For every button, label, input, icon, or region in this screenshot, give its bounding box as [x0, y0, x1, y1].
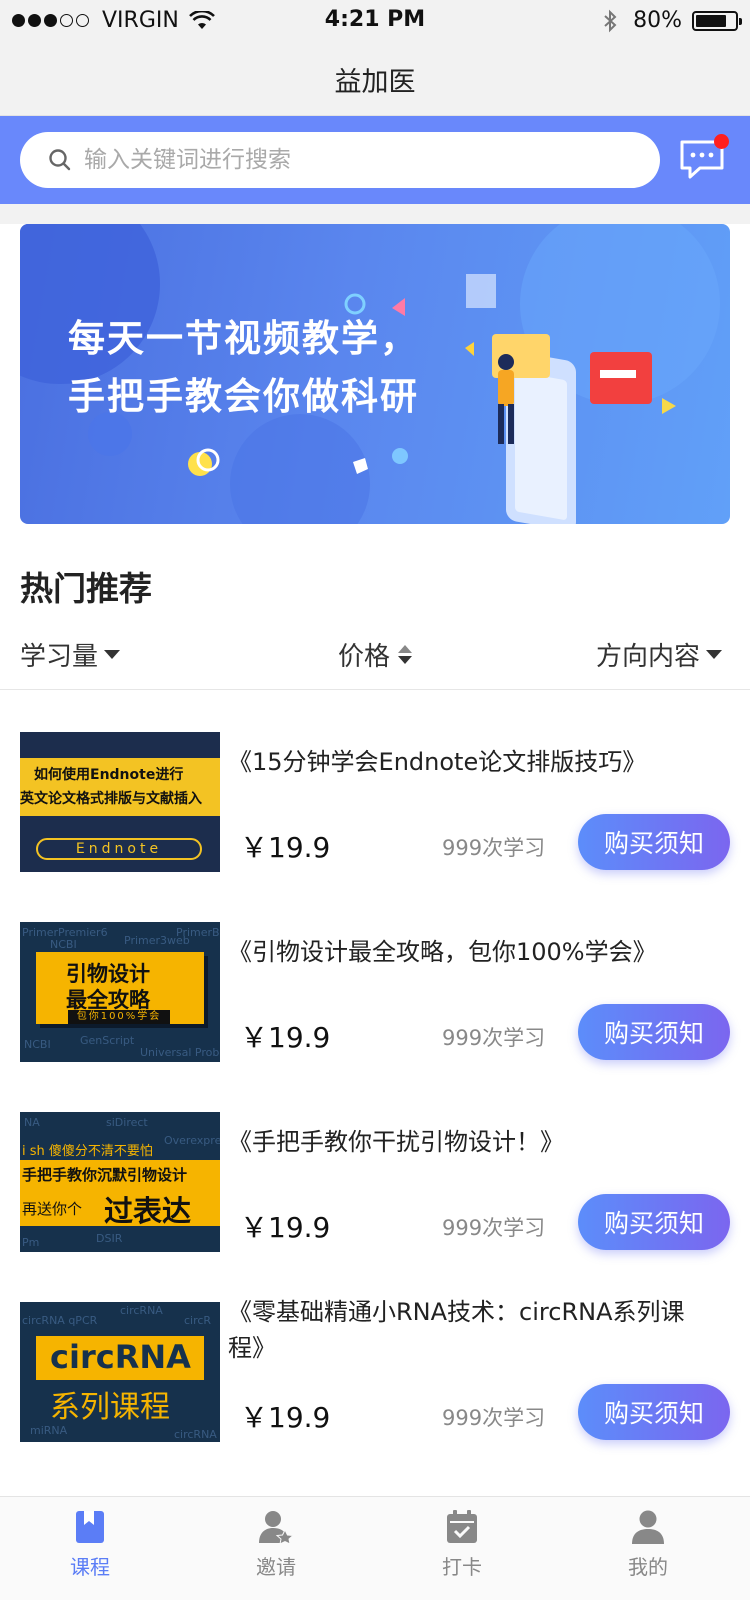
thumbnail-text: 系列课程: [50, 1390, 170, 1425]
page-title: 益加医: [334, 67, 416, 98]
thumbnail-text: 过表达: [104, 1194, 192, 1228]
filter-study-count[interactable]: 学习量: [20, 636, 121, 673]
invite-user-icon: [259, 1511, 294, 1545]
course-title[interactable]: 《引物设计最全攻略，包你100%学会》: [228, 934, 708, 970]
tab-label: 邀请: [256, 1555, 296, 1579]
tab-courses[interactable]: 课程: [30, 1509, 150, 1580]
course-price: ￥19.9: [240, 1401, 331, 1434]
course-item[interactable]: circRNA qPCR circRNA circR miRNA circRNA…: [0, 1298, 750, 1462]
bluetooth-icon: [604, 9, 617, 32]
search-icon: [49, 149, 71, 171]
thumbnail-text: 再送你个: [22, 1200, 83, 1218]
battery-level: [696, 14, 727, 27]
battery-icon: [692, 10, 742, 31]
tab-label: 打卡: [442, 1555, 482, 1579]
tab-checkin[interactable]: 打卡: [402, 1509, 522, 1580]
filter-price[interactable]: 价格: [338, 636, 413, 673]
signal-strength-icon: [12, 14, 92, 27]
battery-percent: 80%: [633, 8, 682, 33]
course-item[interactable]: NA siDirect Overexpre DSIR Pm i sh 傻傻分不清…: [0, 1112, 750, 1272]
filter-direction[interactable]: 方向内容: [596, 636, 723, 673]
sort-icon: [398, 645, 413, 664]
course-price: ￥19.9: [240, 1021, 331, 1054]
thumbnail-text: Endnote: [36, 838, 202, 860]
notification-dot: [714, 134, 729, 149]
filter-direction-label: 方向内容: [596, 642, 701, 672]
carrier-group: VIRGIN: [12, 8, 215, 33]
filter-price-label: 价格: [338, 642, 391, 672]
banner-subheadline: 手把手教会你做科研: [68, 375, 419, 418]
course-title[interactable]: 《15分钟学会Endnote论文排版技巧》: [228, 744, 708, 780]
course-price: ￥19.9: [240, 1211, 331, 1244]
course-thumbnail: NA siDirect Overexpre DSIR Pm i sh 傻傻分不清…: [20, 1112, 220, 1252]
chevron-down-icon: [104, 650, 121, 659]
section-title: 热门推荐: [20, 569, 152, 608]
filter-study-label: 学习量: [20, 642, 99, 672]
calendar-check-icon: [447, 1510, 477, 1543]
course-thumbnail: 如何使用Endnote进行 英文论文格式排版与文献插入 Endnote: [20, 732, 220, 872]
study-count: 999次学习: [442, 836, 546, 860]
study-count: 999次学习: [442, 1216, 546, 1240]
course-thumbnail: circRNA qPCR circRNA circR miRNA circRNA…: [20, 1302, 220, 1442]
purchase-info-button[interactable]: 购买须知: [578, 814, 730, 870]
course-title[interactable]: 《零基础精通小RNA技术：circRNA系列课程》: [228, 1294, 708, 1366]
course-title[interactable]: 《手把手教你干扰引物设计！》: [228, 1124, 708, 1160]
search-input[interactable]: [84, 147, 660, 173]
search-bar: [0, 116, 750, 204]
tab-invite[interactable]: 邀请: [216, 1509, 336, 1580]
course-price: ￥19.9: [240, 831, 331, 864]
thumbnail-text: 包你100%学会: [68, 1010, 170, 1024]
user-icon: [632, 1510, 664, 1544]
thumbnail-text: i sh 傻傻分不清不要怕: [22, 1144, 153, 1159]
promo-banner[interactable]: 每天一节视频教学， 手把手教会你做科研: [20, 224, 730, 524]
banner-headline: 每天一节视频教学，: [68, 317, 419, 360]
nav-bar: 益加医: [0, 40, 750, 116]
thumbnail-text: circRNA: [50, 1338, 191, 1376]
tab-label: 我的: [628, 1555, 668, 1579]
wifi-icon: [188, 10, 215, 29]
filter-bar: 学习量 价格 方向内容: [0, 630, 750, 690]
book-icon: [76, 1511, 104, 1543]
purchase-info-button[interactable]: 购买须知: [578, 1194, 730, 1250]
purchase-info-button[interactable]: 购买须知: [578, 1384, 730, 1440]
thumbnail-text: 如何使用Endnote进行: [34, 767, 184, 783]
purchase-info-button[interactable]: 购买须知: [578, 1004, 730, 1060]
tab-bar: 课程 邀请 打卡 我的: [0, 1496, 750, 1600]
study-count: 999次学习: [442, 1406, 546, 1430]
carrier-name: VIRGIN: [102, 8, 179, 33]
search-box[interactable]: [20, 132, 660, 188]
thumbnail-text: 英文论文格式排版与文献插入: [20, 791, 202, 807]
study-count: 999次学习: [442, 1026, 546, 1050]
course-thumbnail: PrimerPremier6 NCBI Primer3web PrimerBan…: [20, 922, 220, 1062]
thumbnail-text: 手把手教你沉默引物设计: [22, 1166, 188, 1184]
spacer: [0, 204, 750, 224]
chevron-down-icon: [706, 650, 723, 659]
battery-group: 80%: [603, 8, 742, 33]
tab-label: 课程: [70, 1555, 110, 1579]
course-item[interactable]: PrimerPremier6 NCBI Primer3web PrimerBan…: [0, 922, 750, 1082]
status-bar: VIRGIN 4:21 PM 80%: [0, 0, 750, 40]
tab-mine[interactable]: 我的: [588, 1509, 708, 1580]
course-item[interactable]: 如何使用Endnote进行 英文论文格式排版与文献插入 Endnote 《15分…: [0, 732, 750, 892]
